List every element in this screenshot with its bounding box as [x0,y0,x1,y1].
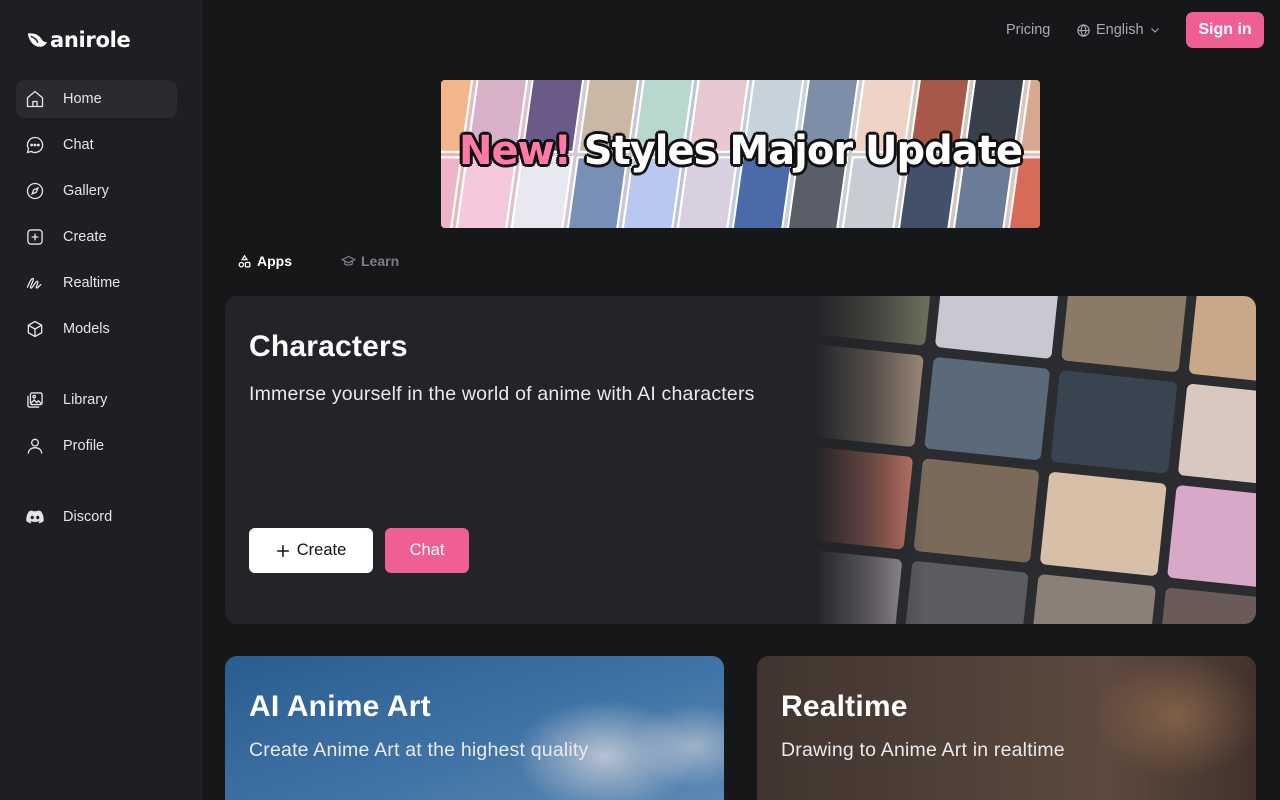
chat-character-button[interactable]: Chat [385,528,469,573]
sidebar-item-gallery[interactable]: Gallery [16,172,177,210]
home-icon [26,90,44,108]
scribble-icon [26,277,42,289]
ai-anime-art-title: AI Anime Art [249,690,431,723]
sidebar-item-label: Library [63,392,108,408]
sidebar-item-label: Realtime [63,275,121,291]
globe-icon [1077,23,1090,37]
pricing-link[interactable]: Pricing [1006,20,1050,40]
plus-icon [276,544,289,557]
card-overlay [225,656,724,800]
sidebar: anirole Home Chat Gallery Create Realtim… [0,0,202,800]
sidebar-item-discord[interactable]: Discord [16,498,177,536]
plus-square-icon [27,229,43,245]
banner-title: Styles Major Update [583,128,1023,174]
sidebar-item-models[interactable]: Models [16,310,177,348]
realtime-card[interactable]: Realtime Drawing to Anime Art in realtim… [757,656,1256,800]
sign-in-button[interactable]: Sign in [1186,12,1264,48]
characters-title: Characters [249,330,408,363]
sidebar-item-chat[interactable]: Chat [16,126,177,164]
artwork-fade [815,296,925,624]
graduation-cap-icon [341,255,356,266]
sidebar-item-library[interactable]: Library [16,381,177,419]
sidebar-item-label: Home [63,91,102,107]
language-label: English [1096,22,1144,38]
image-stack-icon [27,392,43,408]
characters-card[interactable]: Characters Immerse yourself in the world… [225,296,1256,624]
sidebar-item-label: Create [63,229,107,245]
characters-description: Immerse yourself in the world of anime w… [249,383,755,405]
sidebar-item-realtime[interactable]: Realtime [16,264,177,302]
anirole-logo-icon [27,33,48,47]
cube-icon [27,320,43,338]
card-overlay [757,656,1256,800]
banner-highlight: New! [459,128,572,174]
sidebar-item-home[interactable]: Home [16,80,177,118]
brand-logo[interactable]: anirole [26,28,131,52]
banner-headline: New! Styles Major Update [441,128,1040,174]
sidebar-item-label: Models [63,321,110,337]
create-character-button[interactable]: Create [249,528,373,573]
sidebar-item-label: Discord [63,509,113,525]
sidebar-item-label: Chat [63,137,94,153]
language-selector[interactable]: English [1076,20,1161,40]
chat-bubble-icon [26,136,44,154]
ai-anime-art-card[interactable]: AI Anime Art Create Anime Art at the hig… [225,656,724,800]
create-button-label: Create [296,541,347,559]
tab-apps[interactable]: Apps [237,252,292,270]
realtime-description: Drawing to Anime Art in realtime [781,739,1065,761]
tab-label: Learn [361,253,400,269]
tab-label: Apps [257,253,292,269]
compass-icon [26,182,44,200]
tab-learn[interactable]: Learn [341,252,399,270]
promo-banner[interactable]: New! Styles Major Update [441,80,1040,228]
brand-name: anirole [50,28,131,52]
discord-icon [26,510,44,524]
sidebar-nav: Home Chat Gallery Create Realtime Models… [16,80,177,544]
sidebar-item-profile[interactable]: Profile [16,427,177,465]
sidebar-item-create[interactable]: Create [16,218,177,256]
sidebar-item-label: Gallery [63,183,109,199]
chevron-down-icon [1150,28,1159,33]
user-icon [27,438,43,454]
ai-anime-art-description: Create Anime Art at the highest quality [249,739,589,761]
realtime-title: Realtime [781,690,908,723]
sidebar-item-label: Profile [63,438,105,454]
shapes-icon [238,254,251,267]
